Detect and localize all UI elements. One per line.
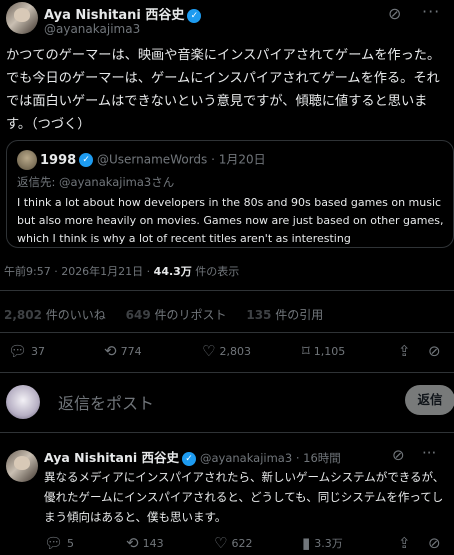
views-button[interactable]: ▮ 3.3万 — [302, 534, 343, 552]
repost-button[interactable]: ⟲ 143 — [126, 534, 164, 552]
reply-action-bar: 💬︎ 5 ⟲ 143 ♡ 622 ▮ 3.3万 ⇪ ⊘ — [0, 534, 454, 555]
more-icon[interactable]: ··· — [422, 2, 440, 21]
heart-icon: ♡ — [202, 342, 216, 360]
quoted-avatar — [17, 150, 37, 170]
post-time[interactable]: 午前9:57 · 2026年1月21日 · — [4, 265, 154, 278]
reposts-label[interactable]: 件のリポスト — [151, 308, 227, 322]
block-icon: ⊘ — [428, 534, 441, 552]
views-icon: ▮ — [302, 534, 311, 552]
share-button[interactable]: ⇪ — [398, 534, 411, 552]
author-handle[interactable]: @ayanakajima3 — [44, 22, 140, 36]
reply-author-name[interactable]: Aya Nishitani 西谷史 — [44, 450, 179, 465]
bookmark-button[interactable]: ⌑ 1,105 — [302, 342, 345, 360]
reply-post-text: 異なるメディアにインスパイアされたら、新しいゲームシステムができるが、優れたゲー… — [44, 470, 445, 524]
heart-icon: ♡ — [214, 534, 228, 552]
reply-button[interactable]: 💬︎ 5 — [44, 534, 74, 552]
verified-badge-icon: ✓ — [79, 153, 94, 167]
verified-badge-icon: ✓ — [181, 451, 196, 466]
repost-button[interactable]: ⟲ 774 — [104, 342, 142, 360]
quoted-date: · 1月20日 — [207, 152, 266, 167]
quoted-post-header: 1998 ✓ @UsernameWords · 1月20日 — [17, 150, 266, 170]
like-button[interactable]: ♡ 622 — [214, 534, 252, 552]
views-count: 44.3万 — [153, 265, 192, 278]
grok-icon[interactable]: ⊘ — [392, 446, 405, 464]
reposts-count[interactable]: 649 — [126, 308, 151, 322]
reply-submit-button[interactable]: 返信 — [405, 385, 454, 415]
reply-input[interactable]: 返信をポスト — [58, 390, 154, 414]
divider — [0, 432, 454, 433]
quoted-author-name: 1998 — [40, 152, 77, 168]
author-avatar[interactable] — [6, 2, 38, 34]
quoted-author-handle: @UsernameWords — [97, 152, 208, 167]
views-label: 件の表示 — [191, 265, 240, 278]
quoted-text: I think a lot about how developers in th… — [17, 196, 444, 245]
repost-icon: ⟲ — [126, 534, 139, 552]
post-text: かつてのゲーマーは、映画や音楽にインスパイアされてゲームを作った。 でも今日のゲ… — [6, 48, 441, 132]
repost-icon: ⟲ — [104, 342, 117, 360]
quotes-label[interactable]: 件の引用 — [271, 308, 323, 322]
post-meta: 午前9:57 · 2026年1月21日 · 44.3万 件の表示 — [4, 263, 239, 279]
share-button[interactable]: ⇪ — [398, 342, 411, 360]
more-icon[interactable]: ··· — [422, 444, 436, 462]
like-button[interactable]: ♡ 2,803 — [202, 342, 251, 360]
block-button[interactable]: ⊘ — [428, 342, 441, 360]
author-name[interactable]: Aya Nishitani 西谷史 ✓ — [44, 4, 202, 23]
reply-icon: 💬︎ — [8, 342, 28, 360]
likes-label[interactable]: 件のいいね — [42, 308, 106, 322]
share-icon: ⇪ — [398, 342, 411, 360]
reply-author-handle[interactable]: @ayanakajima3 — [200, 451, 292, 465]
quotes-count[interactable]: 135 — [246, 308, 271, 322]
divider — [0, 290, 454, 291]
reply-composer-avatar — [6, 385, 40, 419]
engagement-stats: 2,802 件のいいね 649 件のリポスト 135 件の引用 — [4, 306, 339, 323]
divider — [0, 332, 454, 333]
verified-badge-icon: ✓ — [187, 8, 202, 23]
reply-author-avatar[interactable] — [6, 450, 38, 482]
share-icon: ⇪ — [398, 534, 411, 552]
bookmark-icon: ⌑ — [302, 342, 310, 360]
block-button[interactable]: ⊘ — [428, 534, 441, 552]
reply-post-header: Aya Nishitani 西谷史 ✓ @ayanakajima3 · 16時間 — [44, 447, 341, 466]
reply-time[interactable]: · 16時間 — [292, 451, 341, 465]
reply-button[interactable]: 💬︎ 37 — [8, 342, 45, 360]
quoted-reply-to: 返信先: @ayanakajima3さん — [17, 175, 175, 189]
quoted-post[interactable]: 1998 ✓ @UsernameWords · 1月20日 返信先: @ayana… — [6, 140, 454, 248]
block-icon: ⊘ — [428, 342, 441, 360]
likes-count[interactable]: 2,802 — [4, 308, 42, 322]
grok-icon[interactable]: ⊘ — [388, 4, 401, 23]
reply-icon: 💬︎ — [44, 534, 64, 552]
divider — [0, 372, 454, 373]
action-bar: 💬︎ 37 ⟲ 774 ♡ 2,803 ⌑ 1,105 ⇪ ⊘ — [0, 342, 454, 366]
